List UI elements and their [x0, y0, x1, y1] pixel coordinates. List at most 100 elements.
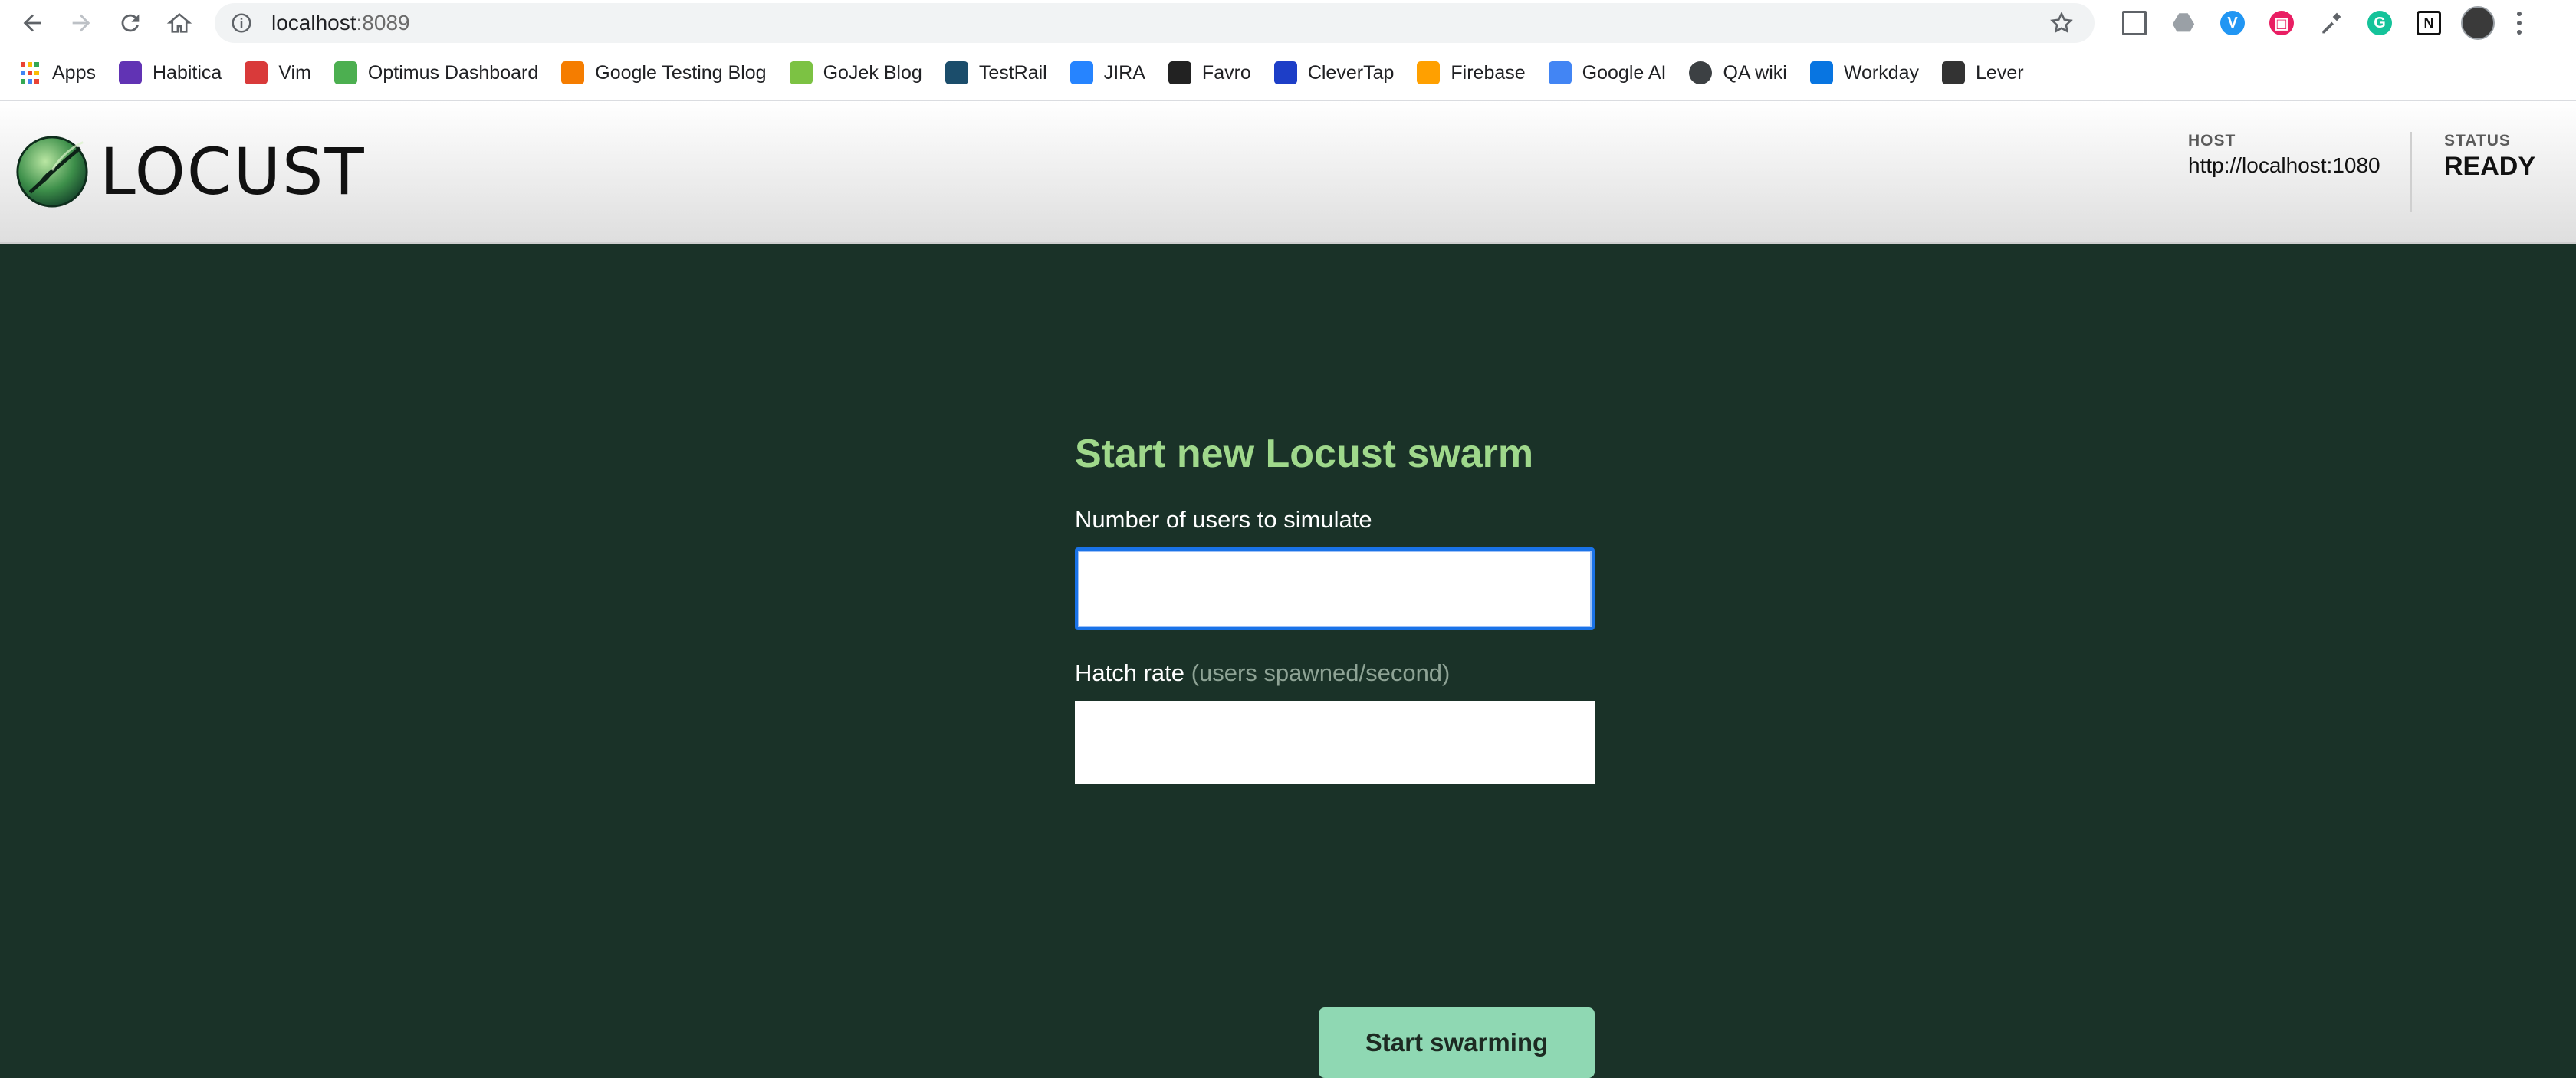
hatch-rate-input[interactable]	[1075, 701, 1595, 784]
address-url: localhost:8089	[271, 11, 410, 35]
bookmark-label: CleverTap	[1307, 61, 1395, 84]
bookmark-label: Workday	[1843, 61, 1920, 84]
bookmark-clevertap[interactable]: CleverTap	[1273, 45, 1395, 100]
testrail-icon	[945, 61, 968, 84]
firebase-icon	[1417, 61, 1441, 84]
favro-icon	[1168, 61, 1191, 84]
bookmark-label: Firebase	[1451, 61, 1526, 84]
apps-grid-icon	[18, 61, 41, 84]
jira-icon	[1070, 61, 1093, 84]
qr-extension-button[interactable]	[2110, 0, 2159, 46]
home-icon	[166, 13, 192, 33]
bookmark-vim[interactable]: Vim	[245, 45, 311, 100]
hatch-rate-label: Hatch rate (users spawned/second)	[1075, 659, 1595, 687]
bookmark-google-testing-blog[interactable]: Google Testing Blog	[561, 45, 767, 100]
users-label: Number of users to simulate	[1075, 506, 1372, 533]
reload-icon	[121, 14, 140, 32]
blogger-icon	[561, 61, 585, 84]
form-title: Start new Locust swarm	[1075, 432, 1534, 476]
v-extension-button[interactable]: V	[2208, 0, 2257, 46]
eyedropper-icon	[2322, 12, 2341, 34]
drive-icon	[2172, 13, 2195, 32]
bookmark-testrail[interactable]: TestRail	[945, 45, 1047, 100]
header-divider	[2410, 132, 2412, 212]
back-arrow-icon	[23, 14, 41, 32]
locust-logo-icon	[16, 136, 88, 208]
host-value: http://localhost:1080	[2188, 153, 2380, 177]
bookmark-label: Google AI	[1582, 61, 1667, 84]
bookmark-label: Habitica	[152, 61, 222, 84]
grammarly-extension-button[interactable]: G	[2355, 0, 2404, 46]
reload-button[interactable]	[106, 0, 155, 46]
host-info: HOST http://localhost:1080	[2188, 132, 2380, 178]
gojek-icon	[789, 61, 813, 84]
vim-icon	[245, 61, 268, 84]
bookmark-optimus-dashboard[interactable]: Optimus Dashboard	[334, 45, 538, 100]
bookmarks-bar: Apps Habitica Vim Optimus Dashboard Google T…	[0, 46, 2576, 101]
bookmark-firebase[interactable]: Firebase	[1417, 45, 1526, 100]
start-swarming-button[interactable]: Start swarming	[1319, 1007, 1595, 1078]
clevertap-icon	[1273, 61, 1297, 84]
browser-toolbar: localhost:8089 V ▣ G N	[0, 0, 2576, 46]
bookmark-habitica[interactable]: Habitica	[118, 45, 222, 100]
bookmark-qa-wiki[interactable]: QA wiki	[1689, 45, 1787, 100]
back-button[interactable]	[8, 0, 57, 46]
browser-menu-icon[interactable]	[2502, 0, 2536, 46]
home-button[interactable]	[155, 0, 204, 46]
screen-extension-button[interactable]: ▣	[2257, 0, 2306, 46]
workday-icon	[1809, 61, 1833, 84]
forward-arrow-icon	[72, 14, 90, 32]
status-label: STATUS	[2444, 132, 2511, 150]
bookmark-label: Lever	[1976, 61, 2024, 84]
bookmark-apps[interactable]: Apps	[18, 45, 96, 100]
qr-code-icon	[2122, 11, 2147, 35]
lever-icon	[1942, 61, 1966, 84]
grammarly-icon: G	[2367, 11, 2392, 35]
globe-icon	[1689, 61, 1713, 84]
notion-icon: N	[2417, 11, 2441, 35]
url-port: :8089	[356, 11, 410, 35]
locust-header: LOCUST HOST http://localhost:1080 STATUS…	[0, 101, 2576, 244]
bookmark-label: Google Testing Blog	[595, 61, 767, 84]
hatch-rate-label-text: Hatch rate	[1075, 659, 1185, 686]
bookmark-label: QA wiki	[1723, 61, 1787, 84]
drive-extension-button[interactable]	[2159, 0, 2208, 46]
extensions-area: V ▣ G N	[2110, 0, 2536, 46]
locust-logo-text: LOCUST	[100, 134, 366, 209]
users-input[interactable]	[1075, 547, 1595, 630]
status-value: READY	[2444, 152, 2536, 181]
bookmark-workday[interactable]: Workday	[1809, 45, 1920, 100]
bookmark-label: JIRA	[1103, 61, 1145, 84]
notion-extension-button[interactable]: N	[2404, 0, 2453, 46]
bookmark-label: Vim	[278, 61, 311, 84]
status-info: STATUS READY	[2444, 132, 2535, 182]
main-panel: Start new Locust swarm Number of users t…	[0, 244, 2576, 1078]
site-info-icon[interactable]	[230, 12, 253, 35]
bookmark-label: TestRail	[978, 61, 1047, 84]
bookmark-label: Optimus Dashboard	[367, 61, 539, 84]
eyedropper-extension-button[interactable]	[2306, 0, 2355, 46]
address-bar[interactable]: localhost:8089	[215, 3, 2095, 43]
bookmark-label: Favro	[1201, 61, 1251, 84]
swarm-form: Start new Locust swarm Number of users t…	[1075, 431, 1595, 1078]
bookmark-lever[interactable]: Lever	[1942, 45, 2024, 100]
bookmark-jira[interactable]: JIRA	[1070, 45, 1145, 100]
bookmark-gojek-blog[interactable]: GoJek Blog	[789, 45, 922, 100]
bookmark-favro[interactable]: Favro	[1168, 45, 1251, 100]
forward-button[interactable]	[57, 0, 106, 46]
habitica-icon	[118, 61, 142, 84]
optimus-icon	[334, 61, 357, 84]
host-label: HOST	[2188, 132, 2236, 150]
screen-record-icon: ▣	[2269, 11, 2294, 35]
google-ai-icon	[1548, 61, 1572, 84]
avatar	[2461, 6, 2495, 40]
bookmark-google-ai[interactable]: Google AI	[1548, 45, 1667, 100]
bookmark-label: GoJek Blog	[823, 61, 922, 84]
url-host: localhost	[271, 11, 356, 35]
hatch-rate-hint: (users spawned/second)	[1191, 659, 1451, 686]
v-extension-icon: V	[2220, 11, 2245, 35]
locust-logo[interactable]: LOCUST	[15, 135, 366, 209]
bookmark-star-icon[interactable]	[2049, 10, 2075, 36]
profile-button[interactable]	[2453, 0, 2502, 46]
bookmark-label: Apps	[52, 61, 96, 84]
